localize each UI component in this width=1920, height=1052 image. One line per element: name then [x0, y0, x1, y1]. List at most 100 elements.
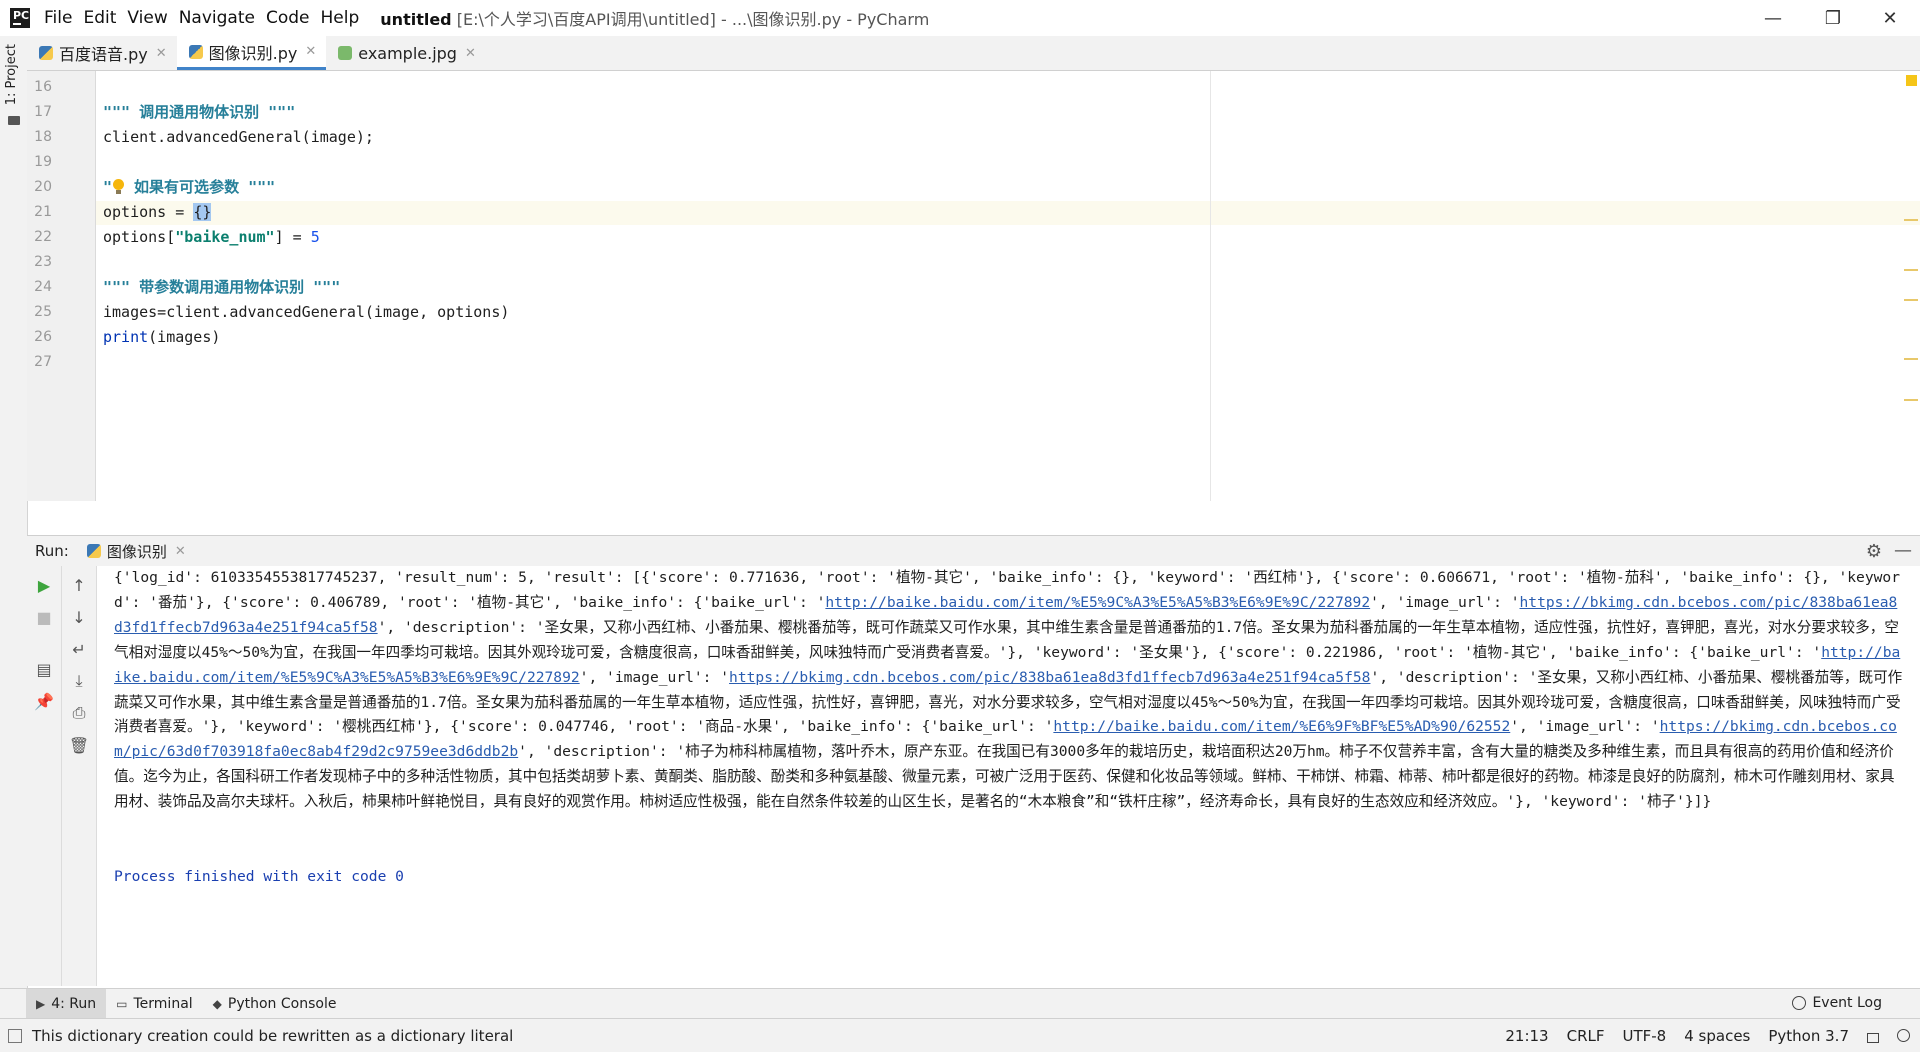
- layout-icon[interactable]: ▤: [33, 658, 55, 680]
- line-separator[interactable]: CRLF: [1567, 1027, 1605, 1045]
- tab-baidu-voice[interactable]: 百度语音.py ✕: [27, 36, 177, 70]
- line-number: 20: [34, 179, 52, 195]
- run-toolbar-secondary: ↑ ↓ ↵ ⤓ ⎙ 🗑: [62, 566, 97, 986]
- scroll-marker[interactable]: [1904, 269, 1918, 271]
- lock-icon[interactable]: [1867, 1032, 1879, 1043]
- arrow-down-icon[interactable]: ↓: [68, 606, 90, 628]
- tab-example-jpg[interactable]: example.jpg ✕: [326, 36, 486, 70]
- scroll-marker[interactable]: [1904, 399, 1918, 401]
- rerun-icon[interactable]: ▶: [33, 574, 55, 596]
- run-toolbar-primary: ▶ ■ ▤ 📌: [27, 566, 62, 986]
- run-config-tab[interactable]: 图像识别 ✕: [86, 541, 186, 562]
- lightbulb-icon[interactable]: [112, 179, 125, 194]
- file-encoding[interactable]: UTF-8: [1623, 1027, 1667, 1045]
- output-link[interactable]: http://baike.baidu.com/item/%E5%9C%A3%E5…: [825, 594, 1370, 611]
- output-link[interactable]: https://bkimg.cdn.bcebos.com/pic/838ba61…: [729, 669, 1370, 686]
- docstring-quote: ": [103, 178, 113, 196]
- output-text: ', 'description': '圣女果，又称小西红柿、小番茄果、樱桃番茄等…: [114, 618, 1899, 661]
- event-log-label: Event Log: [1812, 995, 1882, 1011]
- line-number: 18: [34, 129, 52, 145]
- scroll-marker[interactable]: [1904, 219, 1918, 221]
- line-number: 23: [34, 254, 52, 270]
- line-number: 22: [34, 229, 52, 245]
- code-line-24: """ 带参数调用通用物体识别 """: [103, 278, 341, 296]
- play-icon: ▶: [36, 997, 46, 1011]
- print-icon[interactable]: ⎙: [68, 702, 90, 724]
- soft-wrap-icon[interactable]: ↵: [68, 638, 90, 660]
- code-area[interactable]: """ 调用通用物体识别 """ client.advancedGeneral(…: [103, 71, 1903, 501]
- speech-bubble-icon: [1792, 996, 1807, 1010]
- tool-tab-label: 4: Run: [51, 996, 97, 1012]
- code-editor[interactable]: 16 17 18 19 20 21 22 23 24 25 26 27 """ …: [27, 71, 1920, 501]
- scroll-marker[interactable]: [1904, 299, 1918, 301]
- pin-icon[interactable]: 📌: [33, 690, 55, 712]
- number-literal: 5: [310, 228, 320, 246]
- tab-image-recognition[interactable]: 图像识别.py ✕: [176, 36, 327, 70]
- close-icon[interactable]: ✕: [175, 544, 186, 559]
- close-icon[interactable]: ✕: [156, 46, 167, 61]
- tool-tab-label: Terminal: [133, 996, 193, 1012]
- scroll-to-end-icon[interactable]: ⤓: [68, 670, 90, 692]
- code-line-26: print(images): [103, 325, 220, 349]
- menu-code[interactable]: Code: [266, 8, 310, 28]
- arrow-up-icon[interactable]: ↑: [68, 574, 90, 596]
- scroll-marker[interactable]: [1904, 358, 1918, 360]
- status-message-text: This dictionary creation could be rewrit…: [32, 1026, 514, 1045]
- line-number: 19: [34, 154, 52, 170]
- minimize-panel-icon[interactable]: —: [1894, 540, 1912, 561]
- tool-tab-terminal[interactable]: ▭ Terminal: [106, 989, 203, 1019]
- status-toggle-icon[interactable]: [8, 1028, 22, 1043]
- tool-tab-run[interactable]: ▶ 4: Run: [26, 989, 107, 1019]
- project-tool-button[interactable]: 1: Project: [4, 44, 19, 105]
- output-text: ', 'image_url': ': [1370, 593, 1520, 611]
- project-name: untitled: [380, 10, 452, 29]
- python-interpreter[interactable]: Python 3.7: [1768, 1027, 1849, 1045]
- trash-icon[interactable]: 🗑: [68, 734, 90, 756]
- line-number: 24: [34, 279, 52, 295]
- code-token: options =: [103, 203, 194, 221]
- code-token: ] =: [274, 228, 311, 246]
- editor-scrollbar[interactable]: [1904, 71, 1920, 501]
- close-window-button[interactable]: ✕: [1862, 0, 1918, 36]
- docstring-text: 如果有可选参数 """: [125, 178, 276, 196]
- warning-indicator-icon[interactable]: [1906, 75, 1917, 86]
- python-file-icon: [86, 544, 101, 558]
- run-label: Run:: [35, 542, 69, 560]
- left-tool-strip: 1: Project: [0, 36, 28, 988]
- menu-edit[interactable]: Edit: [83, 8, 116, 28]
- console-output: {'log_id': 6103354553817745237, 'result_…: [114, 566, 1904, 815]
- line-number: 27: [34, 354, 52, 370]
- python-file-icon: [188, 44, 203, 59]
- run-console[interactable]: {'log_id': 6103354553817745237, 'result_…: [108, 566, 1903, 986]
- process-exit-line: Process finished with exit code 0: [114, 868, 404, 885]
- line-number: 25: [34, 304, 52, 320]
- caret-position[interactable]: 21:13: [1505, 1027, 1548, 1045]
- code-token: (images): [148, 328, 221, 346]
- memory-indicator-icon[interactable]: [1897, 1029, 1910, 1042]
- indent-setting[interactable]: 4 spaces: [1684, 1027, 1750, 1045]
- close-icon[interactable]: ✕: [305, 44, 316, 59]
- tab-label: example.jpg: [358, 43, 457, 63]
- code-token: options[: [103, 228, 176, 246]
- menu-navigate[interactable]: Navigate: [179, 8, 255, 28]
- output-text: ', 'image_url': ': [1510, 718, 1660, 736]
- close-icon[interactable]: ✕: [465, 46, 476, 61]
- code-line-18: client.advancedGeneral(image);: [103, 128, 374, 146]
- pycharm-logo-icon: PC: [8, 6, 30, 28]
- event-log-button[interactable]: Event Log: [1792, 995, 1882, 1011]
- gear-icon[interactable]: ⚙: [1866, 541, 1882, 562]
- title-bar: PC File Edit View Navigate Code Help unt…: [0, 0, 1920, 36]
- output-link[interactable]: http://baike.baidu.com/item/%E6%9F%BF%E5…: [1053, 718, 1510, 735]
- status-message: This dictionary creation could be rewrit…: [8, 1027, 513, 1045]
- line-number-gutter: 16 17 18 19 20 21 22 23 24 25 26 27: [27, 71, 96, 501]
- maximize-button[interactable]: ❐: [1805, 0, 1861, 36]
- menu-file[interactable]: File: [44, 8, 72, 28]
- tool-tab-label: Python Console: [227, 996, 337, 1012]
- tab-label: 百度语音.py: [59, 45, 148, 64]
- menu-view[interactable]: View: [127, 8, 167, 28]
- stop-icon[interactable]: ■: [33, 606, 55, 628]
- code-line-21: options = {}: [103, 200, 212, 224]
- tool-tab-python-console[interactable]: ◆ Python Console: [203, 989, 347, 1019]
- menu-help[interactable]: Help: [321, 8, 360, 28]
- minimize-button[interactable]: —: [1745, 0, 1801, 36]
